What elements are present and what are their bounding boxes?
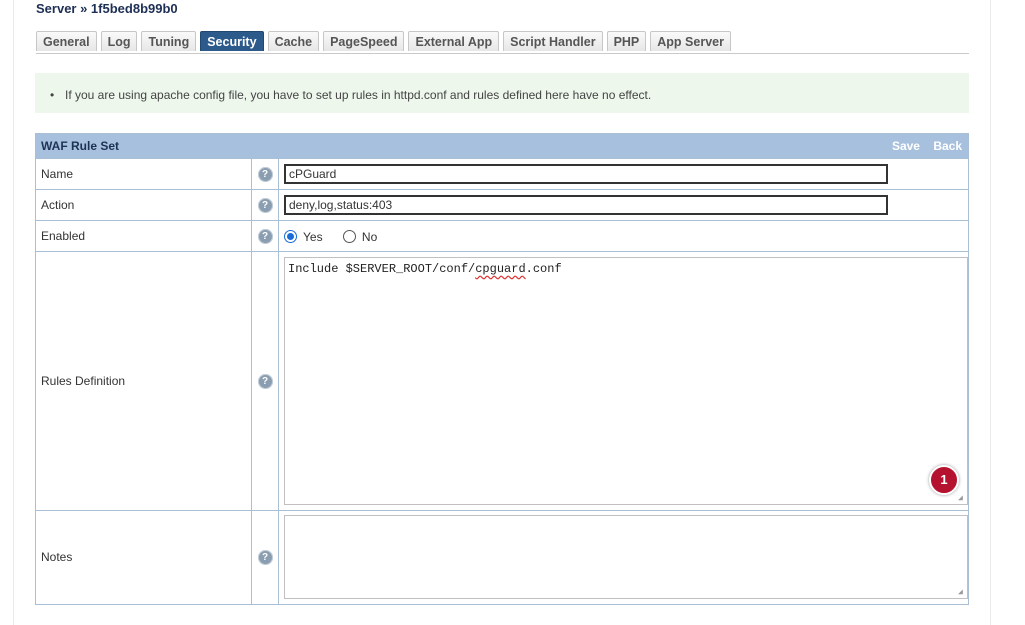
enabled-yes-label[interactable]: Yes (303, 230, 323, 244)
help-circle-icon[interactable]: ? (257, 374, 273, 389)
form-row-notes: Notes ? ◢ (36, 510, 968, 604)
rules-text-misspelled: cpguard (475, 262, 526, 276)
panel-header: WAF Rule Set Save Back (36, 134, 968, 158)
save-button[interactable]: Save (892, 139, 920, 153)
tab-pagespeed[interactable]: PageSpeed (323, 31, 405, 51)
help-circle-icon[interactable]: ? (257, 167, 273, 182)
notes-label: Notes (36, 510, 252, 604)
form-row-rules: Rules Definition ? Include $SERVER_ROOT/… (36, 251, 968, 511)
rules-definition-textarea[interactable]: Include $SERVER_ROOT/conf/cpguard.conf 1… (284, 257, 968, 505)
form-row-name: Name ? (36, 158, 968, 190)
action-label: Action (36, 189, 252, 221)
resize-grip-icon[interactable]: ◢ (958, 589, 966, 597)
help-circle-icon[interactable]: ? (257, 198, 273, 213)
form-row-enabled: Enabled ? Yes No (36, 220, 968, 252)
name-label: Name (36, 158, 252, 190)
panel-actions: Save Back (882, 134, 962, 158)
enabled-label: Enabled (36, 220, 252, 252)
notification-badge[interactable]: 1 (929, 465, 959, 495)
enabled-no-radio[interactable] (342, 230, 356, 243)
tab-general[interactable]: General (36, 31, 97, 51)
panel-title: WAF Rule Set (41, 139, 120, 153)
tab-script-handler[interactable]: Script Handler (503, 31, 603, 51)
form-table: Name ? Action ? Enabled ? Yes No Rules D… (36, 158, 968, 604)
rules-text-prefix: Include $SERVER_ROOT/conf/ (288, 262, 476, 276)
notice-text: If you are using apache config file, you… (65, 88, 652, 102)
help-circle-icon[interactable]: ? (257, 229, 273, 244)
notes-textarea[interactable]: ◢ (284, 515, 968, 600)
info-notice: • If you are using apache config file, y… (35, 73, 969, 113)
tab-bar: General Log Tuning Security Cache PageSp… (36, 31, 969, 54)
enabled-no-label[interactable]: No (362, 230, 377, 244)
waf-rule-set-panel: WAF Rule Set Save Back Name ? Action ? E… (35, 133, 969, 605)
tab-php[interactable]: PHP (606, 31, 647, 51)
action-input[interactable] (284, 195, 888, 215)
tab-cache[interactable]: Cache (267, 31, 320, 51)
bullet-icon: • (50, 88, 55, 102)
tab-log[interactable]: Log (100, 31, 138, 51)
tab-external-app[interactable]: External App (408, 31, 500, 51)
tab-security[interactable]: Security (200, 31, 264, 51)
tab-app-server[interactable]: App Server (650, 31, 731, 51)
enabled-yes-radio[interactable] (284, 230, 297, 243)
resize-grip-icon[interactable]: ◢ (958, 495, 966, 503)
form-row-action: Action ? (36, 189, 968, 221)
rules-definition-label: Rules Definition (36, 251, 252, 511)
rules-text-suffix: .conf (525, 262, 562, 276)
page-title: Server » 1f5bed8b99b0 (36, 1, 178, 16)
back-button[interactable]: Back (933, 139, 962, 153)
tab-tuning[interactable]: Tuning (141, 31, 197, 51)
help-circle-icon[interactable]: ? (257, 550, 273, 566)
name-input[interactable] (284, 164, 888, 184)
